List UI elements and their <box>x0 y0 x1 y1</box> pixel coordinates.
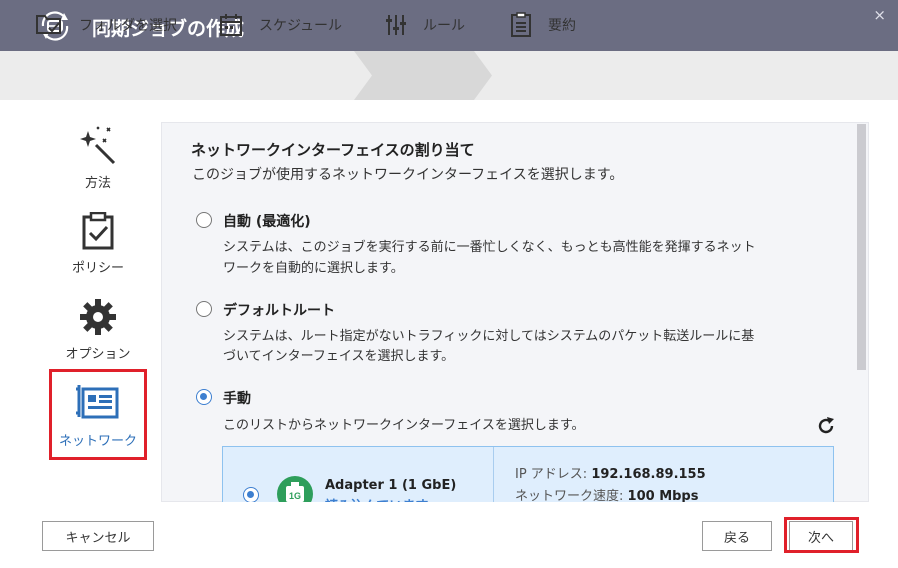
clipboard-list-icon <box>511 11 531 37</box>
radio-default-route[interactable] <box>196 301 212 317</box>
step-label: スケジュール <box>259 17 343 34</box>
close-icon[interactable]: × <box>873 6 886 24</box>
option-auto-title: 自動 (最適化) <box>223 214 311 230</box>
clipboard-check-icon <box>82 211 114 250</box>
step-schedule[interactable]: スケジュール <box>219 0 342 49</box>
sidebar-item-options[interactable]: オプション <box>51 298 145 362</box>
option-default-route-desc-2: づいてインターフェイスを選択します。 <box>223 349 455 364</box>
sidebar-item-policy[interactable]: ポリシー <box>51 211 145 276</box>
step-label: フォルダを選択 <box>79 17 177 34</box>
adapter-name: Adapter 1 (1 GbE) <box>325 478 457 493</box>
active-step-highlight <box>354 51 492 100</box>
radio-adapter-1[interactable] <box>243 487 259 503</box>
adapter-divider <box>493 447 494 502</box>
option-manual-desc: このリストからネットワークインターフェイスを選択します。 <box>223 418 585 433</box>
step-select-folder[interactable]: フォルダを選択 <box>35 0 177 49</box>
step-rules[interactable]: ルール <box>385 0 465 49</box>
gear-icon <box>80 299 116 335</box>
next-highlight-box <box>784 517 859 553</box>
folder-check-icon <box>36 14 61 34</box>
step-summary[interactable]: 要約 <box>510 0 576 49</box>
back-button[interactable]: 戻る <box>702 521 772 551</box>
step-label: ルール <box>423 17 465 34</box>
magic-wand-icon <box>80 126 116 165</box>
cancel-button[interactable]: キャンセル <box>42 521 154 551</box>
radio-manual[interactable] <box>196 389 212 405</box>
ip-value: 192.168.89.155 <box>591 467 706 482</box>
scrollbar-thumb[interactable] <box>857 124 866 370</box>
sidebar-item-method[interactable]: 方法 <box>51 125 145 191</box>
section-title: ネットワークインターフェイスの割り当て <box>191 141 475 159</box>
network-highlight-box <box>49 369 147 460</box>
section-description: このジョブが使用するネットワークインターフェイスを選択します。 <box>192 167 624 183</box>
step-label: 要約 <box>548 17 576 34</box>
option-auto-desc-1: システムは、このジョブを実行する前に一番忙しくなく、もっとも高性能を発揮するネッ… <box>223 240 756 255</box>
sidebar-item-label: 方法 <box>84 176 111 191</box>
option-manual-title: 手動 <box>223 391 251 407</box>
ip-label: IP アドレス: <box>515 467 588 482</box>
adapter-ip: IP アドレス: 192.168.89.155 <box>515 463 706 482</box>
option-default-route-desc-1: システムは、ルート指定がないトラフィックに対してはシステムのパケット転送ルールに… <box>223 329 755 344</box>
option-auto-desc-2: ワークを自動的に選択します。 <box>223 261 404 276</box>
refresh-icon[interactable] <box>816 416 836 436</box>
sidebar-item-label: ポリシー <box>71 261 124 276</box>
radio-auto[interactable] <box>196 212 212 228</box>
option-default-route-title: デフォルトルート <box>223 303 335 319</box>
sidebar-item-label: オプション <box>65 347 131 362</box>
calendar-icon <box>220 13 242 36</box>
sliders-icon <box>386 14 406 35</box>
adapter-badge: 1G <box>289 491 301 501</box>
